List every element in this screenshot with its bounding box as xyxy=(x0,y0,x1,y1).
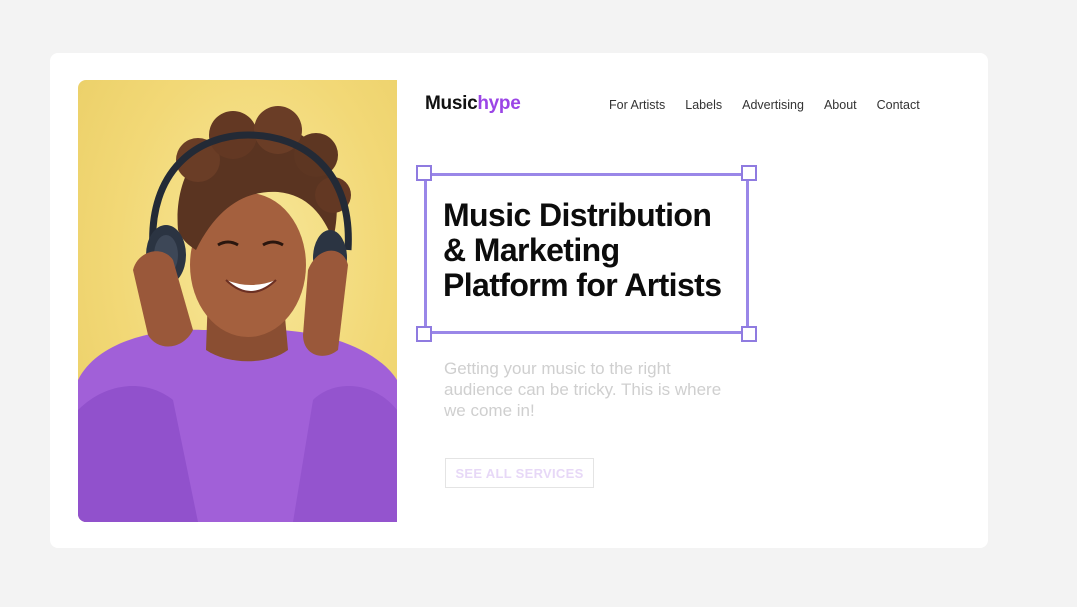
see-all-services-button[interactable]: SEE ALL SERVICES xyxy=(445,458,594,488)
nav-link-advertising[interactable]: Advertising xyxy=(742,98,804,112)
resize-handle-bottom-right[interactable] xyxy=(741,326,757,342)
hero-headline[interactable]: Music Distribution & Marketing Platform … xyxy=(443,198,743,303)
nav-link-about[interactable]: About xyxy=(824,98,857,112)
nav-link-labels[interactable]: Labels xyxy=(685,98,722,112)
top-navigation: For Artists Labels Advertising About Con… xyxy=(609,98,920,112)
resize-handle-top-left[interactable] xyxy=(416,165,432,181)
hero-subtext: Getting your music to the right audience… xyxy=(444,359,722,420)
design-canvas-card: Musichype For Artists Labels Advertising… xyxy=(50,53,988,548)
brand-logo[interactable]: Musichype xyxy=(425,93,521,115)
woman-with-headphones-image xyxy=(78,106,397,522)
nav-link-contact[interactable]: Contact xyxy=(877,98,920,112)
headline-line-2: & Marketing xyxy=(443,232,620,268)
brand-logo-part1: Music xyxy=(425,93,478,114)
headline-line-3: Platform for Artists xyxy=(443,267,722,303)
nav-link-for-artists[interactable]: For Artists xyxy=(609,98,665,112)
headline-line-1: Music Distribution xyxy=(443,197,712,233)
resize-handle-top-right[interactable] xyxy=(741,165,757,181)
resize-handle-bottom-left[interactable] xyxy=(416,326,432,342)
hero-photo xyxy=(78,80,397,522)
brand-logo-part2: hype xyxy=(477,93,521,114)
